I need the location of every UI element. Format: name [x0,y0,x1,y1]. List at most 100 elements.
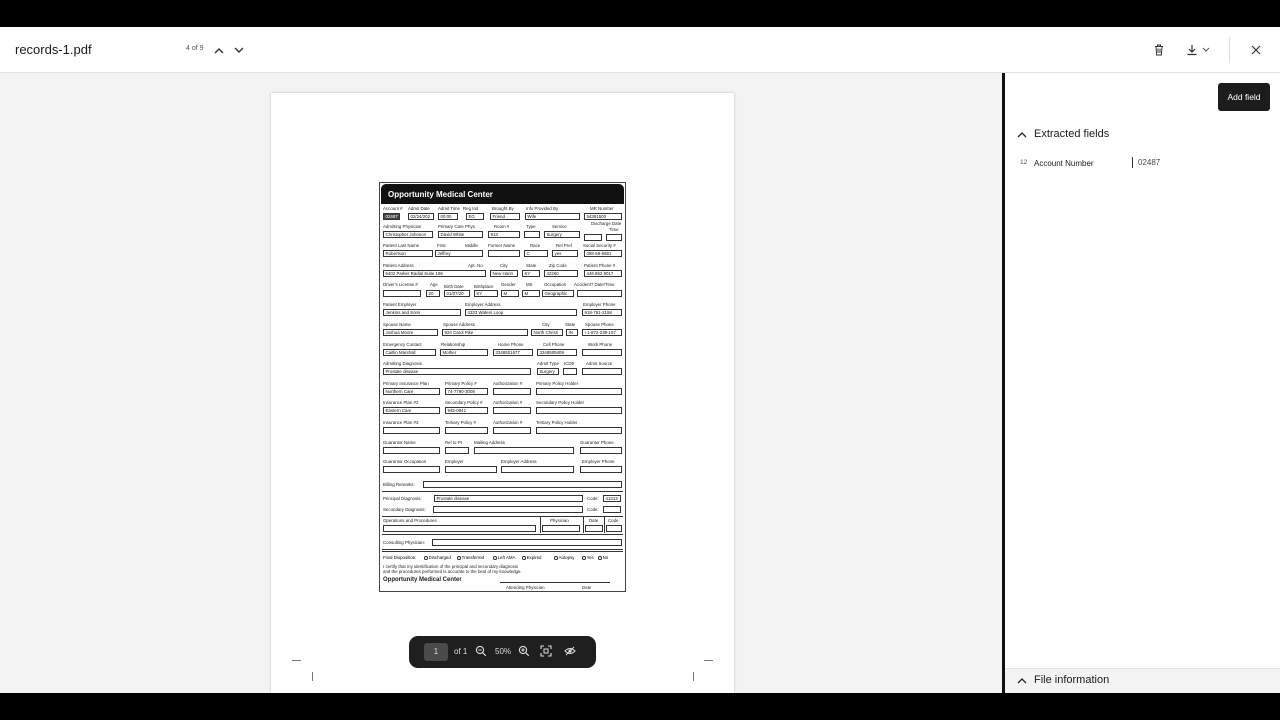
medical-form: Opportunity Medical Center Account # Adm… [379,182,626,592]
page-total: of 1 [454,647,468,656]
form-label: Employer Phone [583,302,616,307]
form-value [536,388,622,395]
disposition-option: Discharged [424,555,451,560]
fit-page-button[interactable] [539,644,553,658]
pdf-page: Opportunity Medical Center Account # Adm… [271,93,734,693]
form-value: New Hann [490,270,518,277]
extracted-field-row[interactable]: 12 Account Number 02487 [1020,157,1270,171]
form-value [493,388,531,395]
form-value: 54391500 [584,213,622,220]
form-label: Relationship [441,342,466,347]
chevron-up-icon [214,47,224,53]
add-field-button[interactable]: Add field [1218,83,1270,111]
form-label: Home Phone [498,342,524,347]
zoom-in-button[interactable] [517,644,531,658]
form-label: Occupation [544,282,567,287]
form-label: Patient Phone # [584,263,616,268]
form-divider [583,517,584,533]
form-value: M [501,290,519,297]
form-label: Admitting Diagnosis [383,361,422,366]
form-label: Primary Policy Holder [536,381,579,386]
form-value [423,481,622,488]
form-label: Primary Insurance Plan [383,381,429,386]
field-value[interactable]: 02487 [1132,157,1160,168]
form-label: Reg Init [463,206,479,211]
disposition-option: Yes [582,555,594,560]
header-divider [1229,37,1230,63]
download-menu-button[interactable] [1184,42,1212,58]
form-label: Consulting Physician: [383,540,425,545]
download-icon [1187,45,1197,56]
form-label: Admit Type [537,361,559,366]
form-value: 20 [426,290,440,297]
form-label: Authorization # [493,420,523,425]
file-information-section: File information [1005,668,1280,693]
zoom-out-button[interactable] [474,644,488,658]
form-label: Spouse Address [443,322,475,327]
form-value [474,447,574,454]
form-label: Accident? Date/Time [574,282,615,287]
toggle-visibility-button[interactable] [563,644,577,658]
form-value [383,525,536,532]
form-label: Guarantor Phone [580,440,614,445]
delete-button[interactable] [1152,42,1166,58]
pdf-viewer-app: records-1.pdf 4 of 9 Opportunity Medical… [0,27,1280,693]
disposition-option: Autopsy [554,555,574,560]
form-value [493,407,531,414]
form-label: Billing Remarks: [383,482,415,487]
form-label: Admit Date [408,206,430,211]
form-label: Birthplace [474,284,494,289]
form-footer-title: Opportunity Medical Center [383,577,462,583]
form-value: 3348501677 [493,349,533,356]
close-button[interactable] [1249,43,1263,57]
form-label: Physician [550,518,569,523]
signature-line [500,582,610,583]
form-value [584,234,602,241]
form-value [445,466,497,473]
form-label: Brought By [492,206,514,211]
next-document-button[interactable] [232,43,246,57]
form-label: Driver's License # [383,282,418,287]
form-divider [382,549,623,550]
form-label: MR Number [590,206,614,211]
form-label: Authorization # [493,400,523,405]
form-label: Insurance Plan #2 [383,400,419,405]
form-divider [382,551,623,552]
document-viewer[interactable]: Opportunity Medical Center Account # Adm… [0,73,1002,693]
form-label: Patient Employer [383,302,417,307]
form-label: Birth Date [444,284,464,289]
form-value: Robertson [383,250,433,257]
form-value: Surgery [537,368,559,375]
form-label: Middle [465,243,478,248]
form-value [493,427,531,434]
form-divider [540,517,541,533]
form-value [536,407,622,414]
form-value: Mother [440,349,488,356]
extracted-fields-header[interactable]: Extracted fields [1017,128,1109,140]
form-value [580,466,622,473]
form-value: Eastern Care [383,407,440,414]
form-label: Operations and Procedures [383,518,437,523]
form-label: Rel to Pt [445,440,462,445]
form-value: Caitlin Marshall [383,349,436,356]
form-value: Prostate disease [434,495,583,502]
field-index: 12 [1020,159,1028,166]
form-label: Time [609,227,619,232]
form-label: Service [552,224,567,229]
page-indicator: 4 of 9 [186,45,204,52]
form-value [383,290,421,297]
form-value: +1-872-239-157 [582,329,622,336]
form-label: Type [526,224,536,229]
eye-off-icon [564,646,576,656]
form-label: First [437,243,446,248]
form-label: Employer Address [501,459,537,464]
form-value: 924 Carol Pike [442,329,528,336]
page-number-input[interactable]: 1 [424,643,448,661]
previous-document-button[interactable] [212,43,226,57]
file-information-header[interactable]: File information [1017,674,1109,686]
disposition-option: Transferred [457,555,484,560]
chevron-down-icon [1202,47,1210,52]
form-value: EG [466,213,484,220]
form-divider [382,491,623,492]
form-label: Patient Address [383,263,414,268]
